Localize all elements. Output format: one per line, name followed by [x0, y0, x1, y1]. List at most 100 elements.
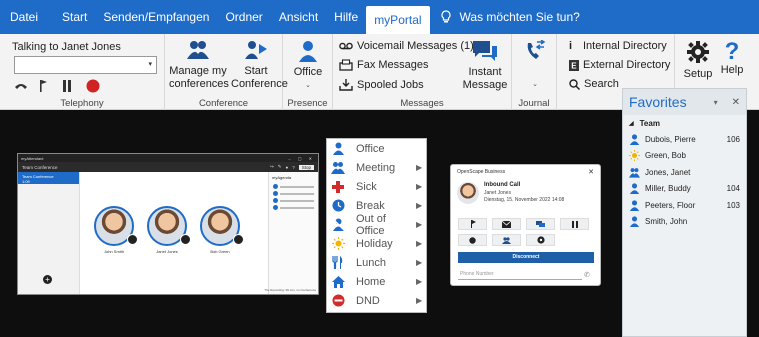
chevron-down-icon: ▾	[148, 61, 152, 68]
holiday-status-icon	[629, 150, 640, 162]
tab-hilfe[interactable]: Hilfe	[326, 0, 366, 34]
hold-button[interactable]	[560, 218, 589, 230]
conference-button[interactable]	[492, 234, 521, 246]
call-datetime: Dienstag, 15. November 2022 14:08	[484, 197, 565, 203]
setup-label: Setup	[683, 68, 713, 80]
transfer-flag-icon[interactable]	[38, 79, 48, 92]
fax-label: Fax Messages	[357, 59, 429, 71]
search-icon	[569, 78, 580, 90]
more-options-icon	[536, 236, 545, 244]
favorite-entry[interactable]: Peeters, Floor 103	[623, 197, 746, 214]
manage-conferences-button[interactable]: Manage my conferences	[169, 40, 229, 91]
sick-icon	[331, 180, 345, 194]
start-conference-label: Start Conference	[231, 65, 288, 90]
record-icon[interactable]	[86, 79, 100, 93]
conference-window-titlebar: myAttendant – ▢ ✕	[18, 154, 318, 162]
internal-directory-icon: i	[569, 40, 573, 52]
help-button[interactable]: ? Help	[718, 40, 746, 77]
favorites-group-header[interactable]: ◢ Team	[623, 115, 746, 131]
end-conference-button[interactable]: Stop	[298, 164, 314, 170]
tab-ordner[interactable]: Ordner	[217, 0, 270, 34]
telephony-group: Talking to Janet Jones ▾ Telephony	[0, 34, 165, 110]
transfer-button[interactable]	[458, 218, 487, 230]
share-icon[interactable]: ↪	[270, 164, 274, 170]
status-item-lunch[interactable]: Lunch ▶	[327, 253, 426, 272]
tab-myportal[interactable]: myPortal	[366, 6, 430, 34]
edit-icon[interactable]: ✎	[278, 164, 282, 170]
status-item-holiday[interactable]: Holiday ▶	[327, 234, 426, 253]
help-icon[interactable]: ?	[292, 165, 295, 170]
presence-office-label: Office	[293, 66, 323, 78]
status-item-label: Sick	[356, 180, 377, 193]
record-icon[interactable]: ●	[286, 165, 289, 170]
journal-button[interactable]: ⌄	[518, 39, 552, 91]
directory-search-button[interactable]: Search	[569, 78, 619, 90]
phone-number-input[interactable]: Phone Number	[458, 269, 582, 280]
tab-datei[interactable]: Datei	[0, 0, 54, 34]
start-conference-button[interactable]: Start Conference	[231, 40, 288, 91]
chevron-down-icon[interactable]: ▾	[714, 98, 718, 107]
conference-people-icon	[187, 41, 209, 59]
favorites-header: Favorites ▾ ✕	[623, 89, 746, 115]
close-icon[interactable]: ✕	[588, 168, 594, 176]
favorite-entry[interactable]: Green, Bob	[623, 148, 746, 165]
hold-pause-icon[interactable]	[62, 80, 72, 92]
tab-ansicht[interactable]: Ansicht	[271, 0, 326, 34]
favorite-entry[interactable]: Smith, John	[623, 214, 746, 231]
favorite-entry[interactable]: Dubois, Pierre 106	[623, 131, 746, 148]
status-item-out-of-office[interactable]: Out of Office ▶	[327, 213, 426, 237]
dial-phone-icon[interactable]: ✆	[584, 271, 590, 279]
favorites-panel: Favorites ▾ ✕ ◢ Team Dubois, Pierre 106 Gr…	[622, 88, 747, 337]
voicemail-label: Voicemail Messages (1)	[357, 40, 474, 52]
status-item-dnd[interactable]: DND ▶	[327, 291, 426, 310]
status-item-label: Home	[356, 275, 386, 288]
status-item-label: Break	[356, 199, 385, 212]
spooled-jobs-icon	[339, 79, 353, 91]
status-item-label: Lunch	[356, 256, 386, 269]
favorite-entry[interactable]: Miller, Buddy 104	[623, 181, 746, 198]
dial-number-combobox[interactable]: ▾	[14, 56, 157, 74]
agenda-title: myAgenda	[272, 175, 292, 180]
internal-directory-button[interactable]: i Internal Directory	[569, 40, 667, 52]
window-controls-icon[interactable]: – ▢ ✕	[288, 156, 315, 161]
email-button[interactable]	[492, 218, 521, 230]
add-conference-button[interactable]: +	[43, 275, 52, 284]
tell-me-box[interactable]: Was möchten Sie tun?	[430, 10, 580, 24]
disconnect-button[interactable]: Disconnect	[458, 252, 594, 263]
status-item-meeting[interactable]: Meeting ▶	[327, 158, 426, 177]
favorite-name: Jones, Janet	[645, 167, 691, 177]
favorites-list: Dubois, Pierre 106 Green, Bob Jones, Janet M…	[623, 131, 746, 230]
status-item-sick[interactable]: Sick ▶	[327, 177, 426, 196]
tab-senden-empfangen[interactable]: Senden/Empfangen	[95, 0, 217, 34]
presence-office-button[interactable]: Office ⌄	[287, 40, 329, 92]
status-item-home[interactable]: Home ▶	[327, 272, 426, 291]
conference-list-item[interactable]: Team Conference 1:09	[18, 172, 79, 184]
external-directory-button[interactable]: E External Directory	[569, 59, 670, 71]
conference-sidebar: Team Conference 1:09 +	[18, 172, 80, 294]
participant-menu-button[interactable]	[233, 234, 244, 245]
collapse-triangle-icon: ◢	[629, 120, 634, 127]
participant-menu-button[interactable]	[127, 234, 138, 245]
chat-button[interactable]	[526, 218, 555, 230]
fax-messages-button[interactable]: Fax Messages	[339, 59, 429, 71]
more-button[interactable]	[526, 234, 555, 246]
spooled-jobs-button[interactable]: Spooled Jobs	[339, 78, 424, 91]
tab-start[interactable]: Start	[54, 0, 95, 34]
conference-window: myAttendant – ▢ ✕ Team Conference ↪ ✎ ● …	[17, 153, 319, 295]
tell-me-text: Was möchten Sie tun?	[459, 10, 580, 24]
status-item-office[interactable]: Office	[327, 139, 426, 158]
voicemail-icon	[339, 42, 353, 50]
close-icon[interactable]: ✕	[732, 97, 740, 108]
lunch-icon	[331, 256, 345, 270]
agenda-entry	[269, 190, 318, 197]
favorite-name: Smith, John	[645, 217, 688, 227]
favorite-entry[interactable]: Jones, Janet	[623, 164, 746, 181]
participant-menu-button[interactable]	[180, 234, 191, 245]
voicemail-messages-button[interactable]: Voicemail Messages (1)	[339, 40, 474, 52]
record-button[interactable]	[458, 234, 487, 246]
hangup-icon[interactable]	[14, 81, 28, 91]
setup-button[interactable]: Setup	[682, 40, 714, 81]
conference-group: Manage my conferences Start Conference C…	[165, 34, 288, 110]
call-popup: OpenScape Business ✕ Inbound Call Janet …	[450, 164, 601, 286]
instant-message-button[interactable]: Instant Message	[461, 40, 509, 92]
